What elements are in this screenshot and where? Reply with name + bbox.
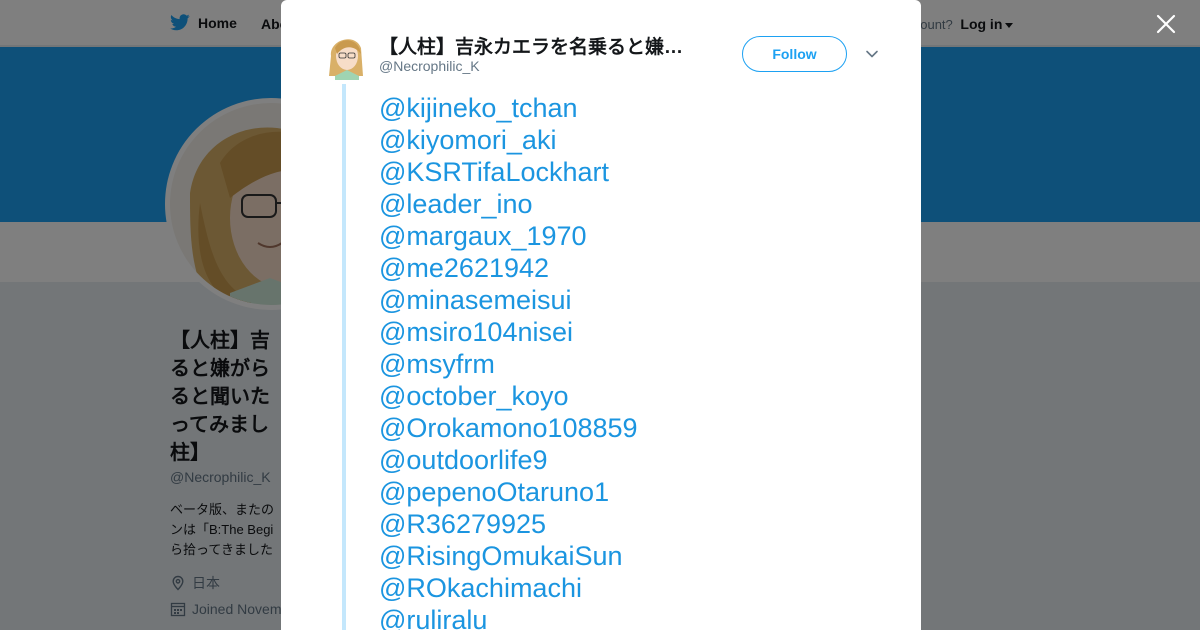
close-icon (1156, 14, 1176, 34)
mention-link[interactable]: @R36279925 (379, 508, 638, 540)
mention-link[interactable]: @pepenoOtaruno1 (379, 476, 638, 508)
author-avatar-illustration (329, 39, 363, 80)
mention-link[interactable]: @minasemeisui (379, 284, 638, 316)
mention-link[interactable]: @ruliralu (379, 604, 638, 630)
mention-link[interactable]: @outdoorlife9 (379, 444, 638, 476)
tweet-mentions: @kijineko_tchan @kiyomori_aki @KSRTifaLo… (379, 92, 638, 630)
thread-line (342, 84, 346, 630)
close-modal-button[interactable] (1154, 12, 1178, 36)
mention-link[interactable]: @margaux_1970 (379, 220, 638, 252)
chevron-down-icon (866, 50, 878, 58)
mention-link[interactable]: @october_koyo (379, 380, 638, 412)
mention-link[interactable]: @msyfrm (379, 348, 638, 380)
mention-link[interactable]: @me2621942 (379, 252, 638, 284)
author-avatar[interactable] (325, 32, 367, 80)
mention-link[interactable]: @msiro104nisei (379, 316, 638, 348)
mention-link[interactable]: @leader_ino (379, 188, 638, 220)
mention-link[interactable]: @kijineko_tchan (379, 92, 638, 124)
mention-link[interactable]: @Orokamono108859 (379, 412, 638, 444)
author-name[interactable]: 【人柱】吉永カエラを名乗ると嫌がらせを受けると聞いたので (379, 32, 689, 59)
tweet-modal: 【人柱】吉永カエラを名乗ると嫌がらせを受けると聞いたので @Necrophili… (281, 0, 921, 630)
follow-button[interactable]: Follow (742, 36, 847, 72)
more-options-button[interactable] (865, 47, 879, 61)
mention-link[interactable]: @KSRTifaLockhart (379, 156, 638, 188)
mention-link[interactable]: @ROkachimachi (379, 572, 638, 604)
author-handle[interactable]: @Necrophilic_K (379, 58, 480, 74)
mention-link[interactable]: @kiyomori_aki (379, 124, 638, 156)
mention-link[interactable]: @RisingOmukaiSun (379, 540, 638, 572)
